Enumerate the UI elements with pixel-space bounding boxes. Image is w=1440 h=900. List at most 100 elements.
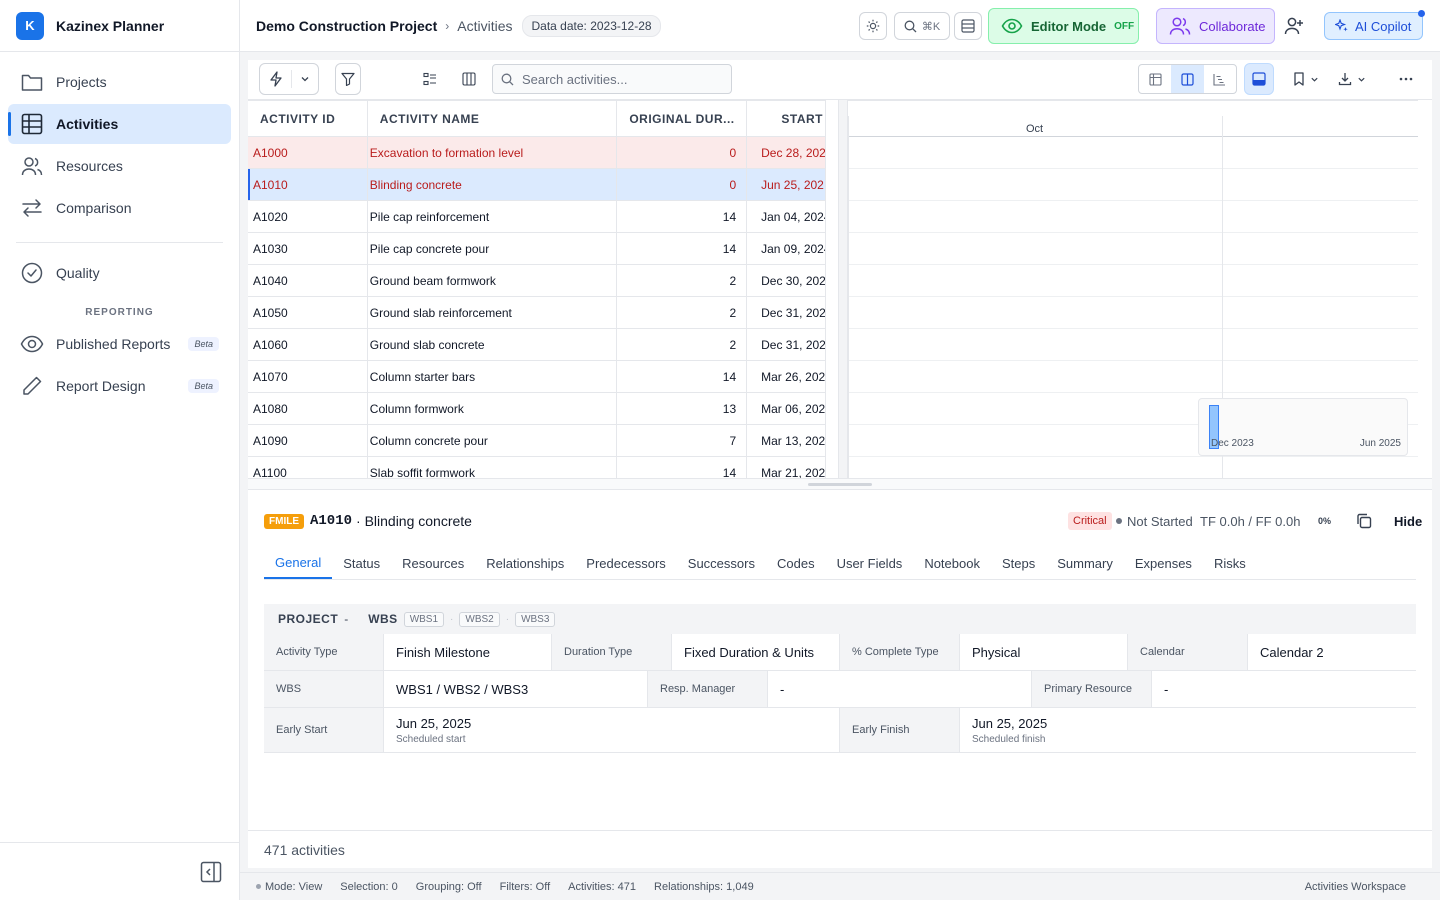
tab-resources[interactable]: Resources (391, 548, 475, 579)
column-header-name[interactable]: ACTIVITY NAME (368, 101, 618, 136)
cell-start[interactable]: Dec 31, 202 (747, 297, 825, 328)
filter-button[interactable] (335, 63, 361, 95)
sidebar-item-report-design[interactable]: Report Design Beta (8, 366, 231, 406)
sidebar-item-published-reports[interactable]: Published Reports Beta (8, 324, 231, 364)
layout-toggle-button[interactable] (954, 12, 982, 40)
editor-mode-toggle[interactable]: Editor Mode OFF (988, 8, 1139, 44)
table-row[interactable]: A1010 Blinding concrete 0 Jun 25, 202 (248, 169, 825, 201)
cell-duration[interactable]: 14 (617, 201, 748, 232)
tab-relationships[interactable]: Relationships (475, 548, 575, 579)
cell-duration[interactable]: 14 (617, 233, 748, 264)
cell-start[interactable]: Mar 13, 202 (747, 425, 825, 456)
gantt-row[interactable] (848, 329, 1418, 361)
tab-predecessors[interactable]: Predecessors (575, 548, 676, 579)
cell-activity-name[interactable]: Pile cap concrete pour (368, 233, 618, 264)
column-header-start[interactable]: START (747, 101, 825, 136)
cell-duration[interactable]: 0 (617, 137, 748, 168)
wbs-chip[interactable]: WBS3 (515, 611, 556, 627)
cell-start[interactable]: Dec 31, 202 (747, 329, 825, 360)
cell-duration[interactable]: 7 (617, 425, 748, 456)
resp-manager-value[interactable]: - (768, 671, 1032, 707)
cell-duration[interactable]: 2 (617, 329, 748, 360)
quick-actions-button[interactable] (259, 63, 319, 95)
tab-summary[interactable]: Summary (1046, 548, 1124, 579)
table-row[interactable]: A1070 Column starter bars 14 Mar 26, 202 (248, 361, 825, 393)
cell-activity-name[interactable]: Column starter bars (368, 361, 618, 392)
view-gantt-button[interactable] (1204, 65, 1236, 93)
cell-duration[interactable]: 2 (617, 265, 748, 296)
sidebar-item-quality[interactable]: Quality (8, 253, 231, 293)
cell-duration[interactable]: 14 (617, 361, 748, 392)
primary-resource-value[interactable]: - (1152, 671, 1416, 707)
collapse-sidebar-icon[interactable] (200, 861, 222, 883)
tab-expenses[interactable]: Expenses (1124, 548, 1203, 579)
wbs-value[interactable]: WBS1 / WBS2 / WBS3 (384, 671, 648, 707)
cell-activity-id[interactable]: A1050 (248, 297, 368, 328)
export-menu-button[interactable] (1334, 63, 1370, 95)
add-user-icon[interactable] (1284, 16, 1304, 36)
cell-activity-name[interactable]: Ground beam formwork (368, 265, 618, 296)
cell-start[interactable]: Mar 21, 202 (747, 457, 825, 479)
detail-splitter[interactable] (248, 478, 1432, 490)
gantt-row[interactable] (848, 265, 1418, 297)
cell-duration[interactable]: 14 (617, 457, 748, 478)
sidebar-item-activities[interactable]: Activities (8, 104, 231, 144)
cell-activity-id[interactable]: A1060 (248, 329, 368, 360)
tab-general[interactable]: General (264, 548, 333, 579)
tab-status[interactable]: Status (332, 548, 391, 579)
sidebar-item-resources[interactable]: Resources (8, 146, 231, 186)
ai-copilot-button[interactable]: AI Copilot (1324, 10, 1425, 40)
tab-risks[interactable]: Risks (1203, 548, 1257, 579)
early-finish-field[interactable]: Jun 25, 2025 Scheduled finish (960, 708, 1416, 752)
table-row[interactable]: A1100 Slab soffit formwork 14 Mar 21, 202 (248, 457, 825, 478)
cell-duration[interactable]: 13 (617, 393, 748, 424)
theme-toggle-button[interactable] (859, 12, 887, 40)
column-header-id[interactable]: ACTIVITY ID (248, 101, 368, 136)
cell-activity-id[interactable]: A1040 (248, 265, 368, 296)
cell-activity-id[interactable]: A1020 (248, 201, 368, 232)
table-row[interactable]: A1040 Ground beam formwork 2 Dec 30, 202 (248, 265, 825, 297)
cell-activity-name[interactable]: Pile cap reinforcement (368, 201, 618, 232)
table-row[interactable]: A1060 Ground slab concrete 2 Dec 31, 202 (248, 329, 825, 361)
gantt-row[interactable] (848, 169, 1418, 201)
sidebar-item-projects[interactable]: Projects (8, 62, 231, 102)
cell-activity-id[interactable]: A1000 (248, 137, 368, 168)
tab-codes[interactable]: Codes (766, 548, 826, 579)
cell-start[interactable]: Mar 06, 202 (747, 393, 825, 424)
group-by-button[interactable] (418, 63, 442, 95)
app-logo[interactable]: K (16, 11, 44, 40)
wbs-chip[interactable]: WBS1 (403, 611, 445, 627)
gantt-row[interactable] (848, 297, 1418, 329)
table-row[interactable]: A1050 Ground slab reinforcement 2 Dec 31, 2… (248, 297, 825, 329)
tab-notebook[interactable]: Notebook (913, 548, 991, 579)
timeline-overview[interactable]: Dec 2023 Jun 2025 (1198, 398, 1408, 456)
detail-panel-toggle[interactable] (1244, 63, 1274, 95)
cell-activity-name[interactable]: Ground slab concrete (368, 329, 618, 360)
columns-button[interactable] (457, 63, 481, 95)
command-search-button[interactable]: ⌘K (894, 12, 950, 40)
hide-detail-button[interactable]: Hide (1394, 514, 1422, 529)
tab-successors[interactable]: Successors (677, 548, 766, 579)
cell-activity-name[interactable]: Column formwork (368, 393, 618, 424)
view-split-button[interactable] (1171, 65, 1204, 93)
cell-activity-name[interactable]: Excavation to formation level (368, 137, 618, 168)
cell-activity-name[interactable]: Column concrete pour (368, 425, 618, 456)
gantt-row[interactable] (848, 361, 1418, 393)
early-start-field[interactable]: Jun 25, 2025 Scheduled start (384, 708, 840, 752)
cell-start[interactable]: Jun 25, 202 (747, 169, 825, 200)
collaborate-button[interactable]: Collaborate (1156, 8, 1275, 44)
bookmark-menu-button[interactable] (1288, 63, 1324, 95)
cell-activity-id[interactable]: A1080 (248, 393, 368, 424)
cell-activity-id[interactable]: A1100 (248, 457, 368, 478)
cell-activity-id[interactable]: A1070 (248, 361, 368, 392)
copy-icon[interactable] (1352, 509, 1376, 533)
view-table-button[interactable] (1139, 65, 1171, 93)
gantt-row[interactable] (848, 201, 1418, 233)
cell-start[interactable]: Mar 26, 202 (747, 361, 825, 392)
duration-type-value[interactable]: Fixed Duration & Units (672, 634, 840, 670)
splitter-grip[interactable] (808, 483, 872, 486)
column-header-duration[interactable]: ORIGINAL DUR... (617, 101, 748, 136)
pane-splitter[interactable] (838, 100, 848, 478)
cell-activity-id[interactable]: A1010 (248, 169, 368, 200)
gantt-row[interactable] (848, 233, 1418, 265)
